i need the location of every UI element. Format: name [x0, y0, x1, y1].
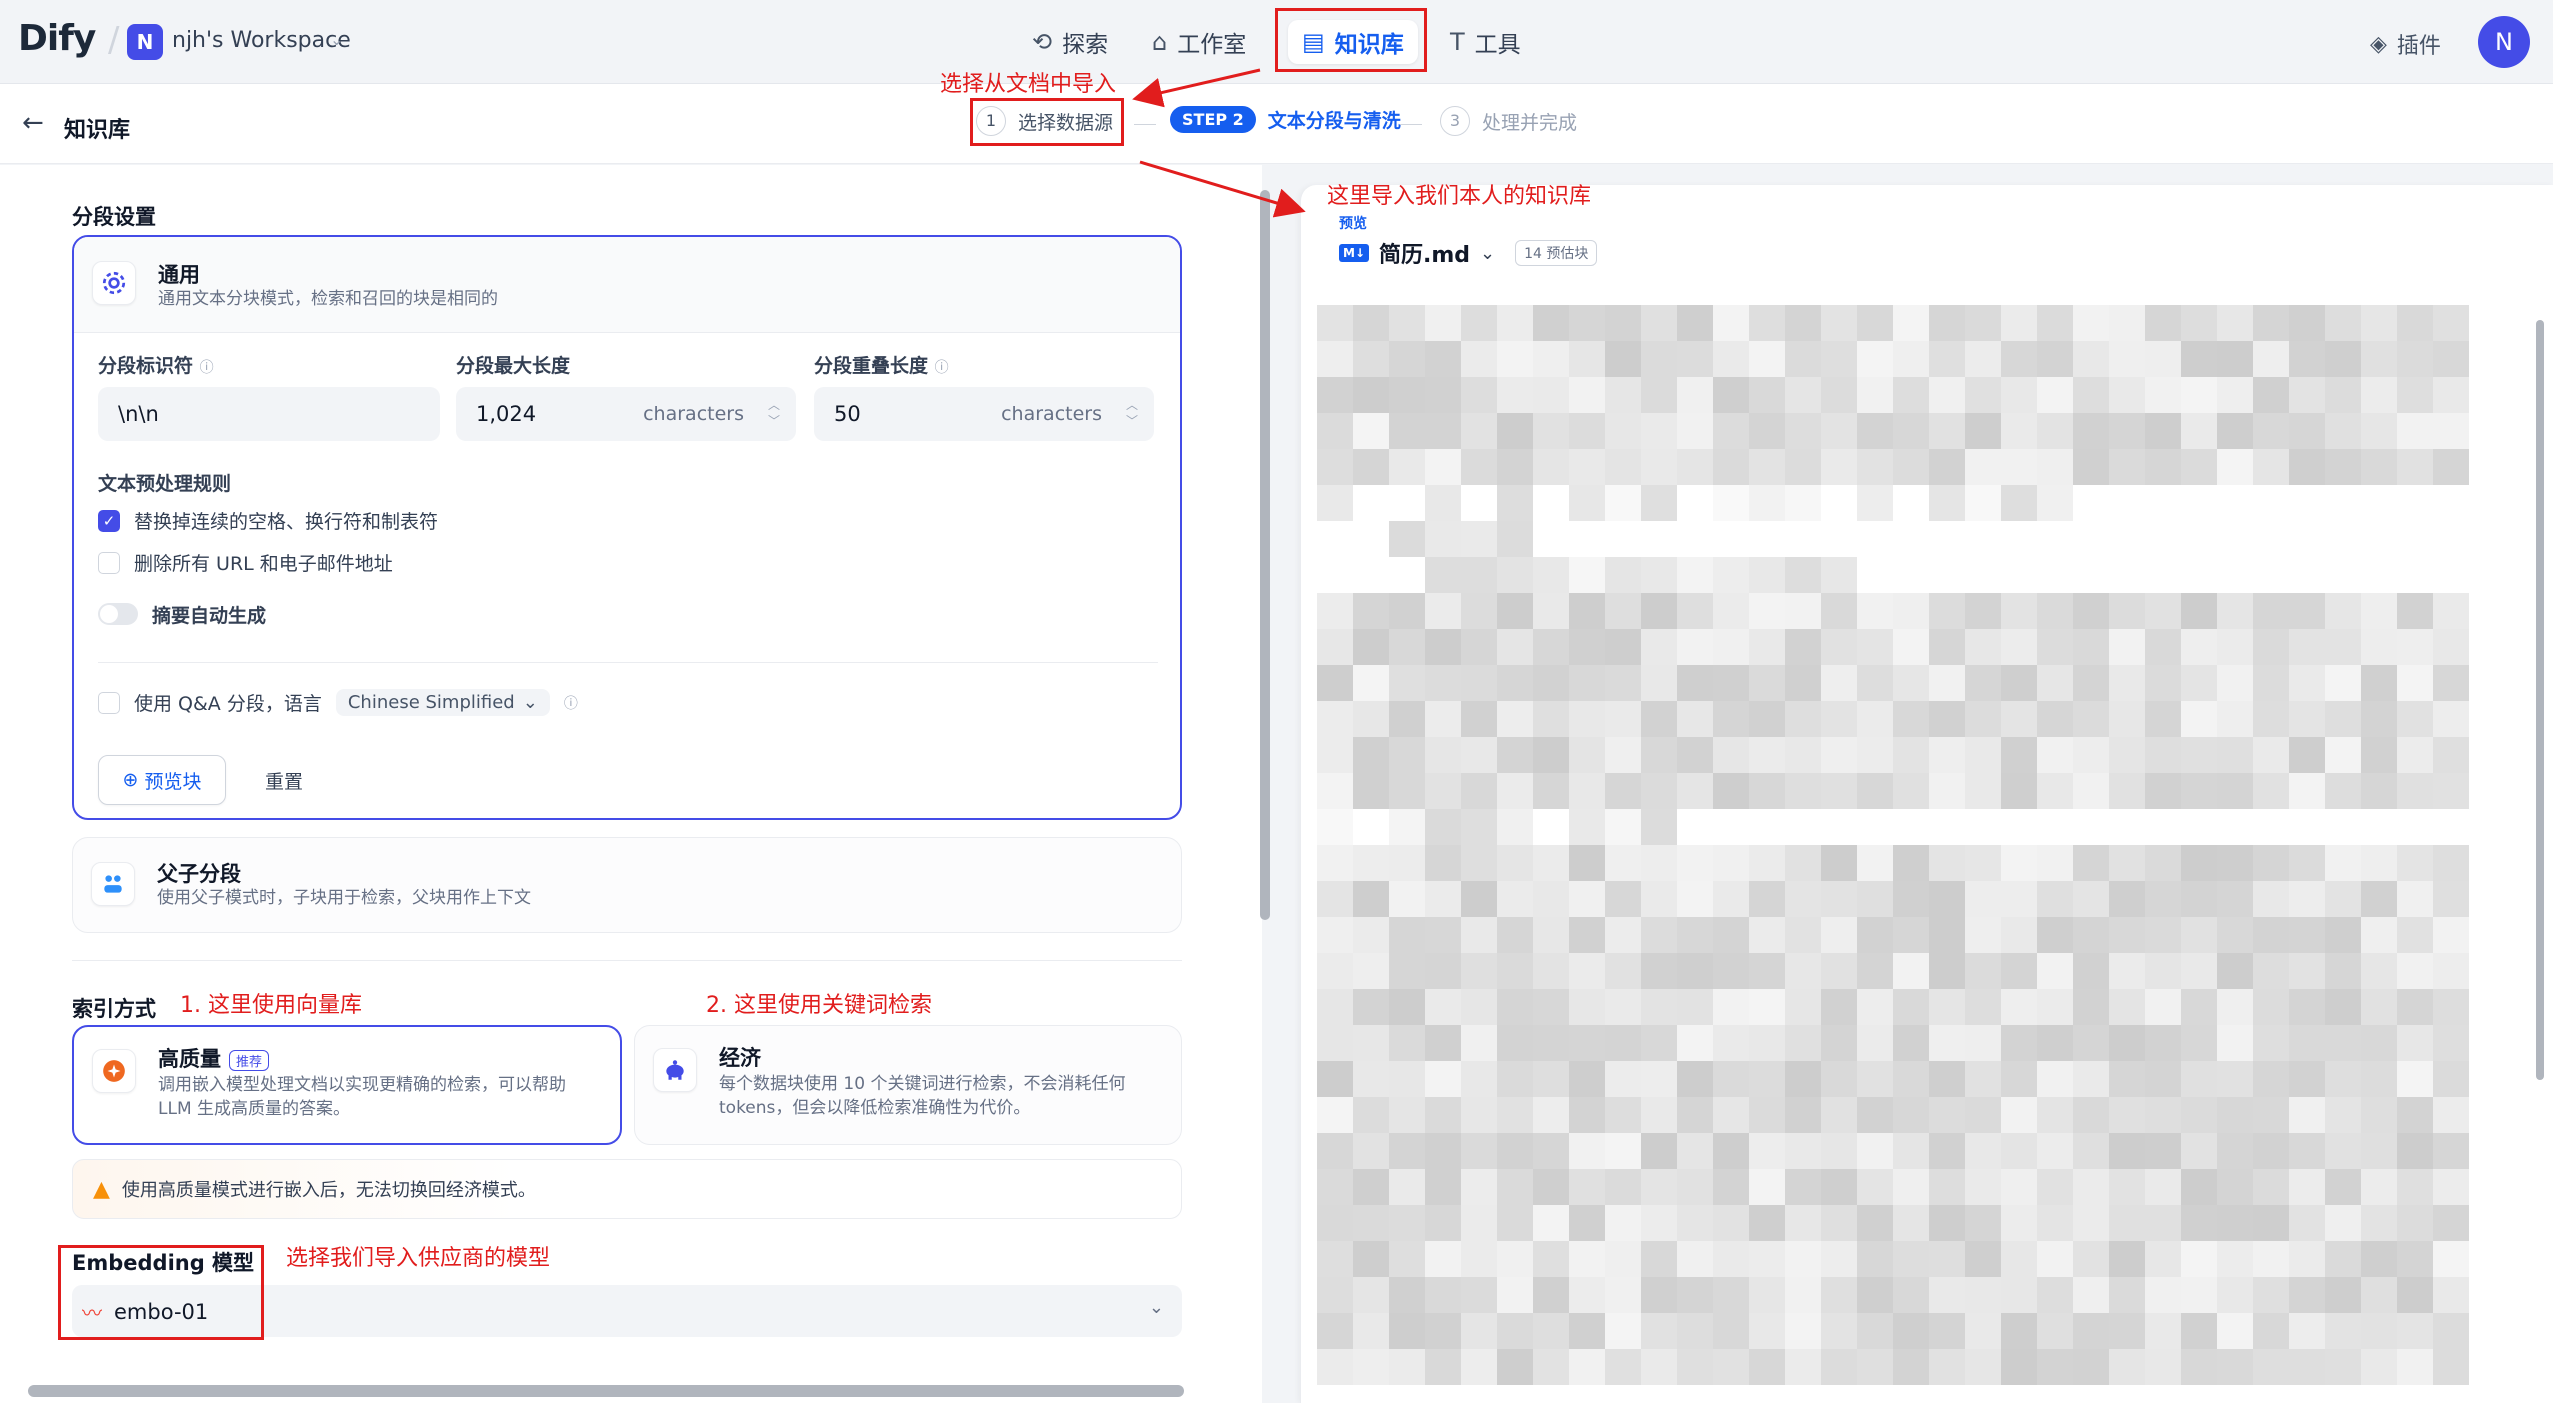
- annotation-arrows: [1132, 68, 1306, 218]
- annotation-provider-model: 选择我们导入供应商的模型: [286, 1246, 551, 1271]
- annotation-keyword: 2. 这里使用关键词检索: [706, 993, 932, 1018]
- annotation-vector: 1. 这里使用向量库: [180, 993, 362, 1018]
- annotation-import-kb: 这里导入我们本人的知识库: [1327, 184, 1592, 209]
- annotation-import-from-doc: 选择从文档中导入: [940, 72, 1117, 97]
